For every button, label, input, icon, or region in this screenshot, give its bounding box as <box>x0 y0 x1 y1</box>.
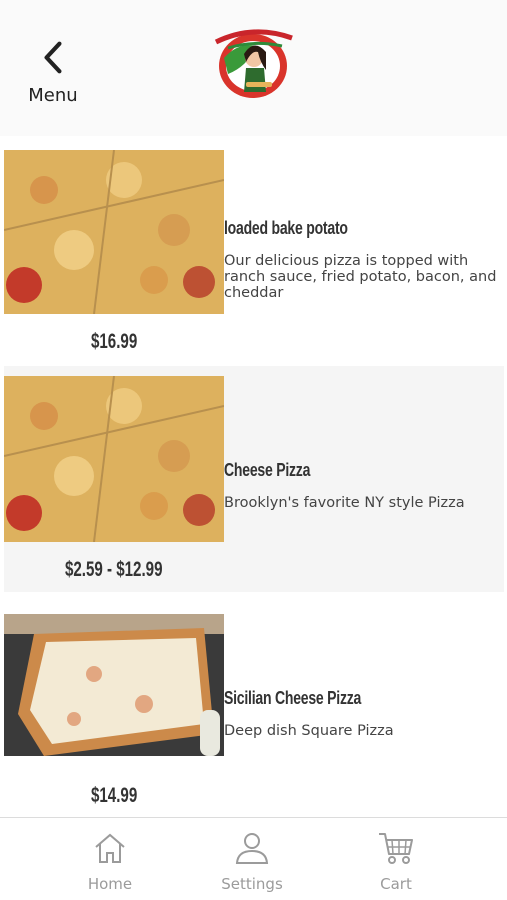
item-price: $14.99 <box>90 784 138 807</box>
nav-cart-label: Cart <box>380 875 412 893</box>
back-button[interactable]: Menu <box>22 40 84 106</box>
back-label: Menu <box>28 85 78 106</box>
pizza-image <box>4 614 224 756</box>
item-title: Cheese Pizza <box>224 460 311 480</box>
nav-home-label: Home <box>87 875 133 893</box>
menu-item[interactable]: Cheese Pizza Brooklyn's favorite NY styl… <box>4 366 504 592</box>
user-icon <box>235 833 269 864</box>
restaurant-logo <box>208 22 298 104</box>
pizza-image <box>4 376 224 542</box>
home-icon <box>95 833 125 863</box>
header: Menu <box>0 0 507 136</box>
nav-home[interactable]: Home <box>55 830 165 893</box>
item-description: Brooklyn's favorite NY style Pizza <box>224 495 465 511</box>
pizza-image <box>4 150 224 314</box>
item-description: Deep dish Square Pizza <box>224 723 394 739</box>
bottom-nav: Home Settings Cart <box>0 817 507 900</box>
chevron-left-icon <box>44 41 62 74</box>
item-price: $16.99 <box>90 330 138 353</box>
menu-item[interactable]: loaded bake potato Our delicious pizza i… <box>4 148 504 366</box>
nav-settings-label: Settings <box>221 875 283 893</box>
item-price: $2.59 - $12.99 <box>65 558 163 581</box>
item-description: Our delicious pizza is topped with ranch… <box>224 253 497 301</box>
cart-icon <box>379 833 413 864</box>
nav-cart[interactable]: Cart <box>341 830 451 893</box>
item-title: Sicilian Cheese Pizza <box>224 688 362 708</box>
menu-item[interactable]: Sicilian Cheese Pizza Deep dish Square P… <box>4 592 504 816</box>
item-title: loaded bake potato <box>224 218 348 238</box>
nav-settings[interactable]: Settings <box>197 830 307 893</box>
